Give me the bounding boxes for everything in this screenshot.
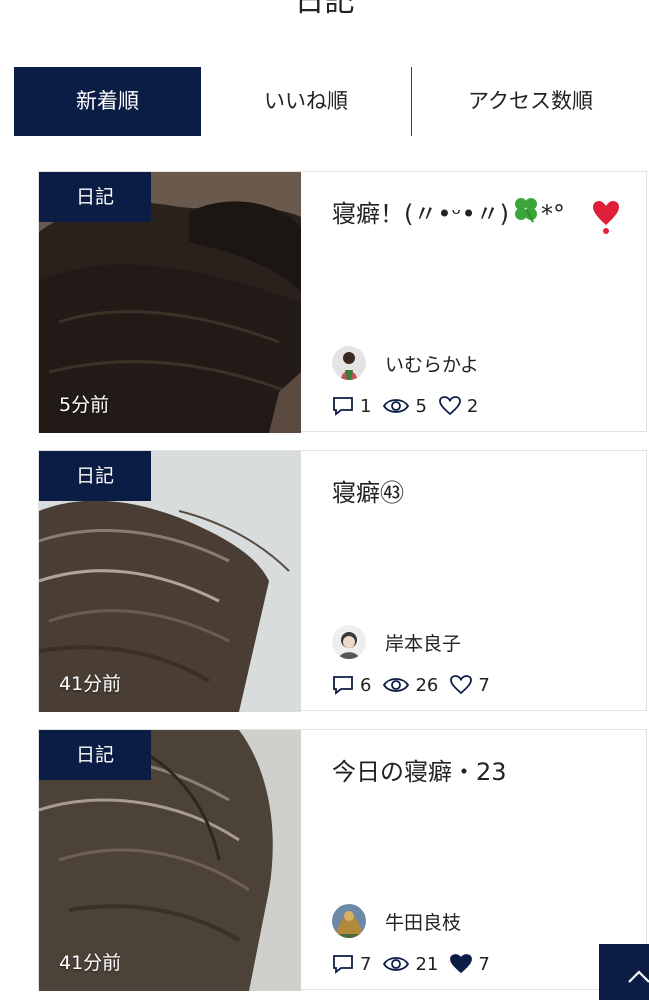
comment-icon	[333, 676, 353, 695]
author-name: 岸本良子	[385, 632, 462, 655]
post-title-text: 寝癖！(〃•ᵕ•〃)	[332, 200, 509, 228]
category-badge: 日記	[39, 172, 151, 222]
post-thumbnail: 日記 41分前	[39, 451, 301, 712]
category-badge: 日記	[39, 451, 151, 501]
post-card[interactable]: 日記 41分前 寝癖㊸ 岸本良子 6 26 7	[38, 450, 647, 712]
post-time: 5分前	[59, 394, 110, 416]
comment-count: 6	[360, 674, 372, 696]
post-time: 41分前	[59, 952, 122, 974]
post-author[interactable]: 牛田良枝	[332, 903, 461, 939]
view-count: 21	[415, 953, 439, 975]
tab-newest[interactable]: 新着順	[14, 67, 201, 136]
post-title-suffix: *°	[540, 200, 565, 228]
view-count: 5	[415, 395, 427, 417]
author-name: 牛田良枝	[385, 911, 462, 934]
post-thumbnail: 日記 5分前	[39, 172, 301, 433]
post-title: 今日の寝癖・23	[332, 758, 507, 786]
post-author[interactable]: いむらかよ	[332, 345, 479, 381]
post-card[interactable]: 日記 5分前 寝癖！(〃•ᵕ•〃) *° いむらかよ 1 5 2	[38, 171, 647, 433]
tab-access[interactable]: アクセス数順	[412, 67, 649, 136]
post-time: 41分前	[59, 673, 122, 695]
post-stats: 1 5 2	[332, 394, 490, 418]
comment-icon	[333, 955, 353, 974]
eye-icon	[383, 957, 410, 971]
category-badge: 日記	[39, 730, 151, 780]
chevron-up-icon	[628, 970, 649, 983]
like-count: 7	[478, 953, 490, 975]
post-title: 寝癖㊸	[332, 479, 404, 507]
avatar	[332, 346, 366, 380]
author-name: いむらかよ	[385, 353, 480, 376]
post-title: 寝癖！(〃•ᵕ•〃) *°	[332, 194, 632, 236]
back-to-top-button[interactable]	[599, 944, 649, 1000]
heart-outline-icon[interactable]	[439, 396, 461, 416]
eye-icon	[383, 678, 410, 692]
eye-icon	[383, 399, 410, 413]
avatar	[332, 625, 366, 659]
post-author[interactable]: 岸本良子	[332, 624, 461, 660]
tab-likes[interactable]: いいね順	[201, 67, 411, 136]
view-count: 26	[415, 674, 439, 696]
heart-outline-icon[interactable]	[450, 675, 473, 695]
red-heart-icon	[591, 200, 621, 238]
comment-icon	[333, 397, 353, 416]
post-card[interactable]: 日記 41分前 今日の寝癖・23 牛田良枝 7 21 7	[38, 729, 647, 991]
like-count: 7	[478, 674, 490, 696]
comment-count: 1	[360, 395, 372, 417]
sort-tabs: 新着順 いいね順 アクセス数順	[14, 67, 649, 136]
post-thumbnail: 日記 41分前	[39, 730, 301, 991]
comment-count: 7	[360, 953, 372, 975]
post-stats: 7 21 7	[332, 952, 502, 976]
like-count: 2	[466, 395, 479, 417]
heart-filled-icon[interactable]	[450, 954, 473, 974]
four-leaf-clover-icon	[511, 194, 541, 236]
page-title: 日記	[294, 0, 355, 19]
avatar	[332, 904, 366, 938]
post-stats: 6 26 7	[332, 673, 502, 697]
